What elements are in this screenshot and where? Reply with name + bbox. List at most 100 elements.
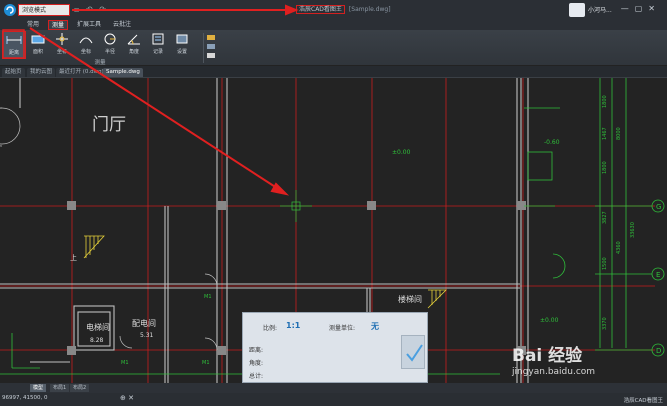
document-tabs: 起始页 我的云图 最近打开 (0.dwg) Sample.dwg bbox=[0, 66, 667, 78]
watermark-logo: Bai 经验 bbox=[512, 346, 583, 366]
radius-icon bbox=[104, 33, 116, 45]
distance-label: 距离 bbox=[8, 50, 19, 56]
watermark-url: jingyan.baidu.com bbox=[512, 367, 596, 377]
axis-bubble-g: G bbox=[656, 203, 661, 211]
checkmark-icon bbox=[406, 344, 423, 362]
status-app-name: 浩辰CAD看图王 bbox=[623, 398, 663, 404]
door-tag-3: M1 bbox=[121, 360, 129, 366]
doc-tab-recent[interactable]: 最近打开 (0.dwg) bbox=[56, 68, 107, 77]
user-avatar[interactable] bbox=[569, 3, 585, 17]
drawing-canvas[interactable]: 门厅 电梯间 8.28 配电间 5.31 楼梯间 上 ±0.00 -0.60 ±… bbox=[0, 78, 667, 383]
tab-common[interactable]: 常用 bbox=[24, 20, 42, 30]
tab-measure[interactable]: 测量 bbox=[48, 20, 69, 30]
distance-icon bbox=[6, 36, 22, 44]
quick-access-icons[interactable]: ▫ ↶ ↷ bbox=[74, 5, 108, 14]
elevator-area: 8.28 bbox=[90, 337, 104, 344]
baidu-watermark: Bai 经验 jingyan.baidu.com bbox=[504, 339, 664, 383]
app-name: 浩辰CAD看图王 bbox=[296, 5, 345, 14]
level-mark-1: ±0.00 bbox=[392, 149, 411, 156]
doc-tab-start[interactable]: 起始页 bbox=[2, 68, 25, 77]
crosshair-cursor bbox=[280, 190, 312, 222]
record-icon bbox=[152, 33, 164, 45]
ribbon-tabs: 常用 测量 扩展工具 云批注 bbox=[0, 20, 667, 30]
settings-button[interactable]: 设置 bbox=[170, 31, 194, 59]
stairs bbox=[83, 235, 447, 309]
room-label-lobby: 门厅 bbox=[92, 115, 126, 135]
mode-dropdown[interactable]: 浏览模式 bbox=[18, 4, 70, 16]
doc-tab-sample[interactable]: Sample.dwg bbox=[103, 68, 143, 77]
cursor-coordinates: 96997, 41500, 0 bbox=[2, 395, 48, 401]
radius-label: 半径 bbox=[104, 49, 115, 55]
close-icon[interactable]: ✕ bbox=[648, 4, 661, 13]
coordinate-button[interactable]: 坐标 bbox=[50, 31, 74, 59]
distance-button[interactable]: 距离 bbox=[2, 31, 26, 59]
distance-result-label: 距离: bbox=[249, 347, 264, 354]
tab-extend-tools[interactable]: 扩展工具 bbox=[74, 20, 104, 30]
unit-label: 测量单位: bbox=[329, 325, 356, 332]
dim-8: 1500 bbox=[602, 257, 608, 270]
coordinate-label: 坐标 bbox=[56, 49, 67, 55]
room-label-elevator: 电梯间 bbox=[86, 322, 110, 332]
window-controls[interactable]: —▢✕ bbox=[621, 4, 661, 13]
status-tool-icons[interactable]: ⊕ ✕ bbox=[120, 394, 134, 402]
dim-6: 4360 bbox=[616, 241, 622, 254]
area-icon bbox=[31, 35, 45, 44]
angle-result-label: 角度: bbox=[249, 360, 264, 367]
angle-label: 角度 bbox=[128, 49, 139, 55]
doors bbox=[0, 107, 218, 351]
stair-up-label: 上 bbox=[70, 253, 77, 262]
level-mark-2: -0.60 bbox=[544, 139, 560, 146]
level-mark-3: ±0.00 bbox=[540, 317, 559, 324]
dim-2: 1467 bbox=[602, 127, 608, 140]
settings-icon bbox=[176, 34, 188, 44]
dim-7: 33630 bbox=[630, 222, 636, 238]
arc-label: 坐标 bbox=[80, 49, 91, 55]
angle-icon bbox=[127, 34, 140, 45]
area-button[interactable]: 面积 bbox=[26, 31, 50, 59]
ribbon-group-label: 测量 bbox=[94, 60, 106, 66]
window-title: 浩辰CAD看图王 [Sample.dwg] bbox=[296, 5, 391, 15]
layout-tabs: 模型 布局1 布局2 bbox=[0, 383, 667, 393]
layout-tab-2[interactable]: 布局2 bbox=[70, 384, 90, 392]
record-label: 记录 bbox=[152, 49, 163, 55]
angle-button[interactable]: 角度 bbox=[122, 31, 146, 59]
room-label-stair: 楼梯间 bbox=[398, 294, 422, 304]
arc-icon bbox=[79, 37, 93, 44]
dim-4: 1800 bbox=[602, 161, 608, 174]
dim-5: 3827 bbox=[602, 211, 608, 224]
status-bar: 96997, 41500, 0 ⊕ ✕ 浩辰CAD看图王 bbox=[0, 393, 667, 406]
side-tools-icon[interactable] bbox=[206, 34, 216, 60]
scale-value[interactable]: 1:1 bbox=[286, 321, 300, 330]
file-name: [Sample.dwg] bbox=[348, 6, 391, 13]
ribbon: 距离 面积 坐标 坐标 半径 角度 记录 设置 测量 bbox=[0, 30, 667, 66]
settings-label: 设置 bbox=[176, 49, 187, 55]
layout-tab-model[interactable]: 模型 bbox=[30, 384, 47, 392]
door-tag-2: M1 bbox=[202, 360, 210, 366]
minimize-icon[interactable]: — bbox=[621, 4, 635, 13]
total-result-label: 总计: bbox=[249, 373, 264, 380]
unit-value[interactable]: 无 bbox=[371, 321, 379, 332]
scale-label: 比例: bbox=[263, 325, 278, 332]
layout-tab-1[interactable]: 布局1 bbox=[50, 384, 70, 392]
tab-cloud-annotate[interactable]: 云批注 bbox=[110, 20, 134, 30]
maximize-icon[interactable]: ▢ bbox=[635, 4, 649, 13]
axis-bubble-e: E bbox=[656, 271, 660, 279]
dim-3: 8000 bbox=[616, 127, 622, 140]
dim-1: 1800 bbox=[602, 95, 608, 108]
radius-button[interactable]: 半径 bbox=[98, 31, 122, 59]
coordinate-icon bbox=[56, 33, 68, 45]
dim-9: 3370 bbox=[602, 317, 608, 330]
arc-button[interactable]: 坐标 bbox=[74, 31, 98, 59]
title-bar: 浏览模式 ▫ ↶ ↷ 浩辰CAD看图王 [Sample.dwg] 小河马... —… bbox=[0, 0, 667, 20]
measure-panel: 比例: 1:1 测量单位: 无 距离: 角度: 总计: bbox=[242, 312, 428, 383]
door-tag-1: M1 bbox=[204, 294, 212, 300]
confirm-button[interactable] bbox=[401, 335, 425, 369]
record-button[interactable]: 记录 bbox=[146, 31, 170, 59]
ribbon-separator bbox=[203, 33, 204, 63]
app-logo-icon[interactable] bbox=[3, 3, 17, 17]
doc-tab-cloud[interactable]: 我的云图 bbox=[27, 68, 56, 77]
area-label: 面积 bbox=[32, 49, 43, 55]
power-area: 5.31 bbox=[140, 332, 154, 339]
room-label-power: 配电间 bbox=[132, 318, 156, 328]
user-name[interactable]: 小河马... bbox=[588, 5, 612, 14]
